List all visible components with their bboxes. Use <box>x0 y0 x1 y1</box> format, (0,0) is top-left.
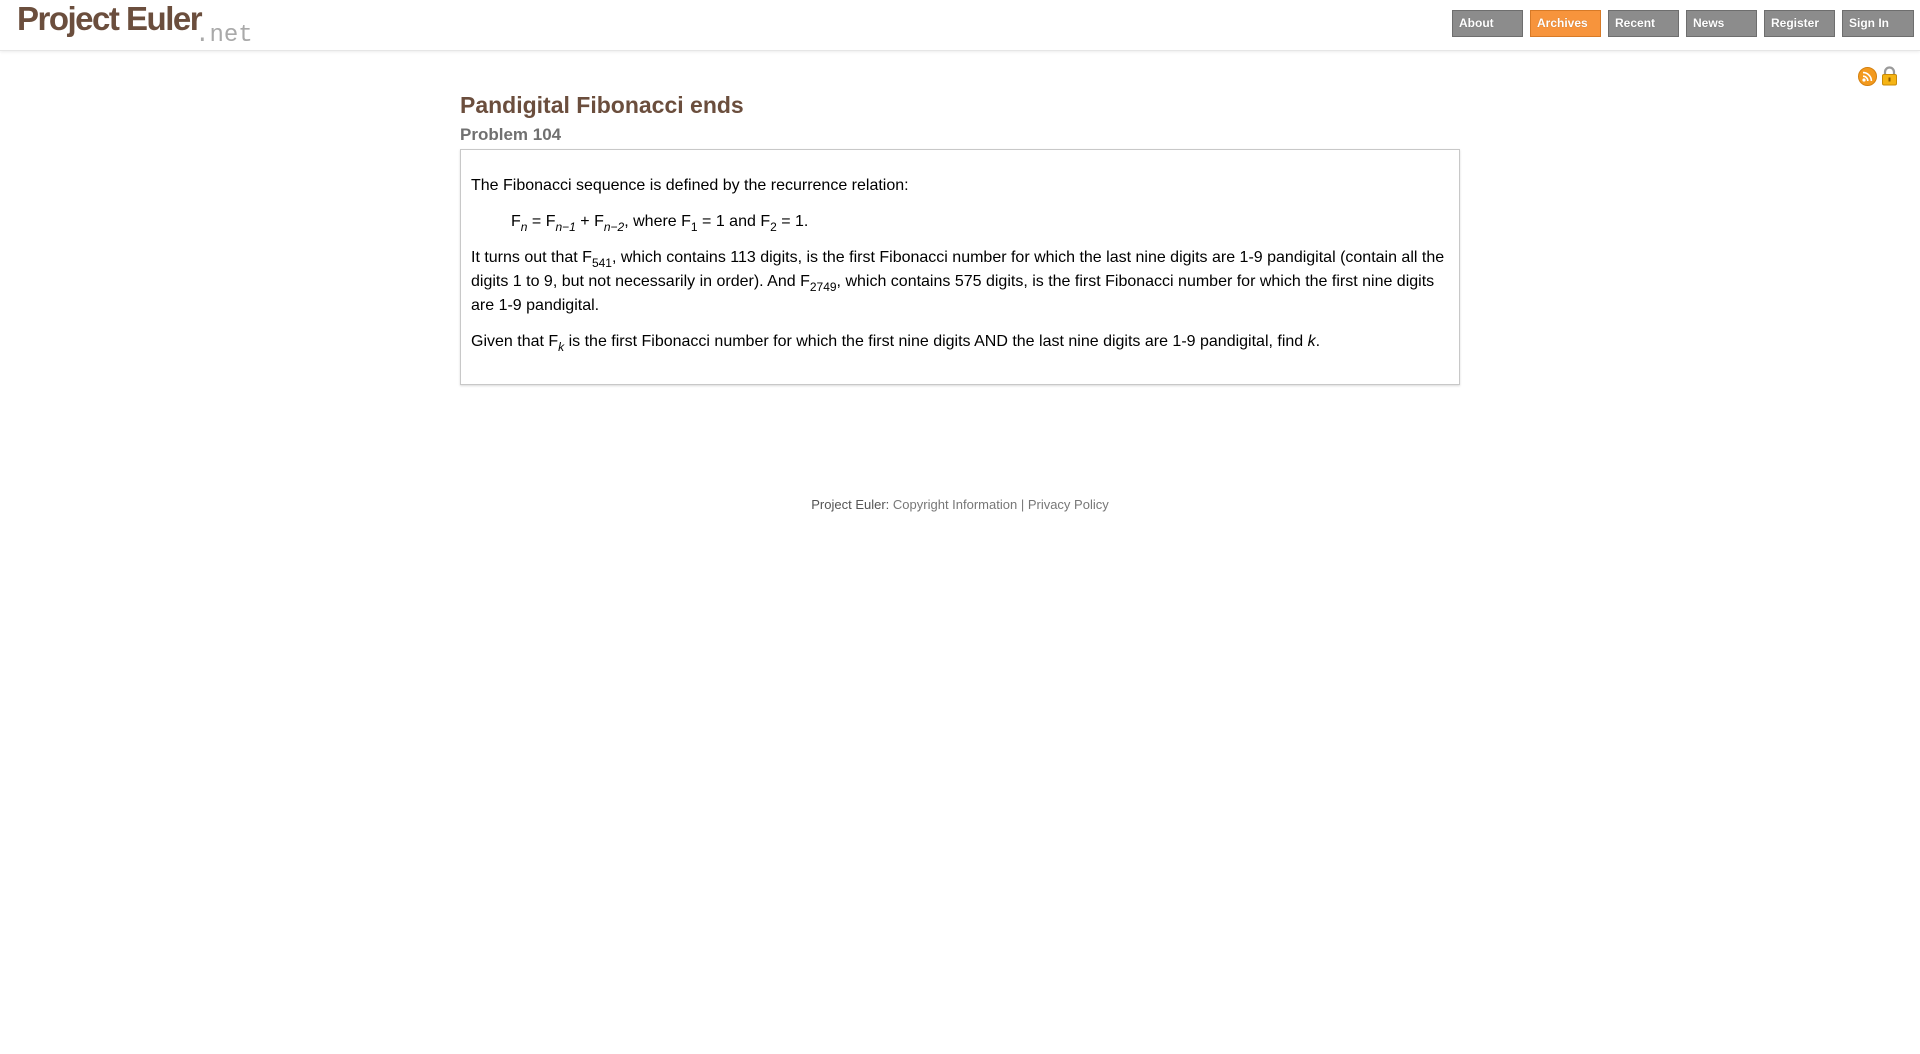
copyright-link[interactable]: Copyright Information <box>893 497 1017 512</box>
lock-icon[interactable] <box>1881 66 1898 86</box>
site-logo[interactable]: Project Euler.net <box>17 0 253 50</box>
footer-separator: | <box>1017 497 1028 512</box>
logo-text: Project Euler <box>17 0 203 37</box>
nav-signin-button[interactable]: Sign In <box>1842 10 1914 37</box>
statement-intro: The Fibonacci sequence is defined by the… <box>471 177 909 194</box>
nav-recent-button[interactable]: Recent <box>1608 10 1679 37</box>
top-bar: Project Euler.net About Archives Recent … <box>0 0 1920 51</box>
problem-content: Pandigital Fibonacci ends Problem 104 Th… <box>460 88 1460 385</box>
logo-suffix: .net <box>195 22 253 49</box>
footer: Project Euler: Copyright Information | P… <box>0 497 1920 512</box>
footer-prefix: Project Euler: <box>811 497 893 512</box>
nav-archives-button[interactable]: Archives <box>1530 10 1601 37</box>
rss-icon[interactable] <box>1858 66 1877 86</box>
recurrence-formula: Fn = Fn−1 + Fn−2, where F1 = 1 and F2 = … <box>511 213 809 234</box>
statement-question: Given that Fk is the first Fibonacci num… <box>471 333 1321 354</box>
problem-number: Problem 104 <box>460 125 562 144</box>
feed-icons <box>1858 66 1898 86</box>
nav-register-button[interactable]: Register <box>1764 10 1835 37</box>
problem-statement: The Fibonacci sequence is defined by the… <box>460 149 1460 385</box>
main-nav: About Archives Recent News Register Sign… <box>1452 10 1914 37</box>
privacy-policy-link[interactable]: Privacy Policy <box>1028 497 1109 512</box>
problem-title: Pandigital Fibonacci ends <box>460 92 744 118</box>
nav-news-button[interactable]: News <box>1686 10 1757 37</box>
nav-about-button[interactable]: About <box>1452 10 1523 37</box>
statement-example: It turns out that F541, which contains 1… <box>471 249 1445 314</box>
